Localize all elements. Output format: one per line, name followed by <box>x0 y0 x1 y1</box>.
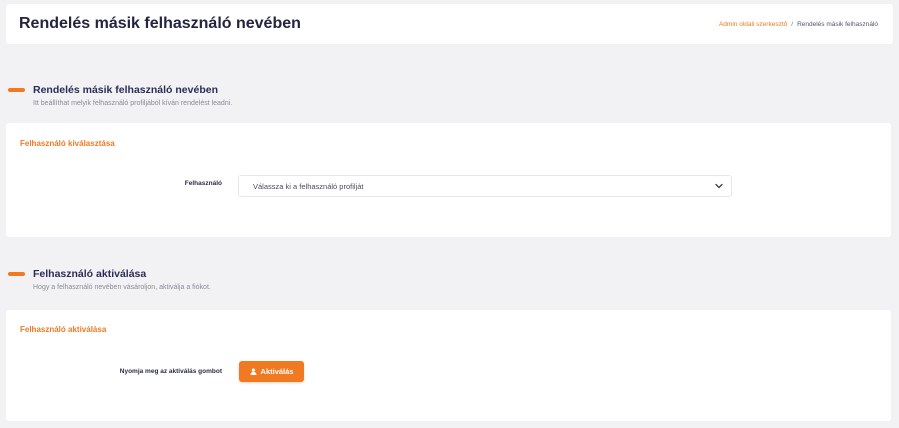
page-title: Rendelés másik felhasználó nevében <box>19 15 301 32</box>
user-icon <box>250 368 257 375</box>
card-title: Felhasználó aktiválása <box>20 325 107 334</box>
user-field-label: Felhasználó <box>184 180 222 187</box>
section-accent-bar <box>8 88 25 92</box>
user-activate-card: Felhasználó aktiválása Nyomja meg az akt… <box>6 310 891 421</box>
section-title: Felhasználó aktiválása <box>33 268 147 280</box>
breadcrumb: Admin oldali szerkesztő / Rendelés másik f… <box>719 21 878 28</box>
section-title: Rendelés másik felhasználó nevében <box>33 84 218 96</box>
breadcrumb-link-admin-editor[interactable]: Admin oldali szerkesztő <box>719 21 787 28</box>
section-accent-bar <box>8 272 25 276</box>
breadcrumb-current: Rendelés másik felhasználó <box>797 21 878 28</box>
breadcrumb-separator: / <box>791 21 794 28</box>
user-profile-select[interactable]: Válassza ki a felhasználó profilját <box>238 175 732 197</box>
activate-button-label: Aktiválás <box>260 367 294 376</box>
page-header: Rendelés másik felhasználó nevében Admin… <box>6 4 893 44</box>
activate-button[interactable]: Aktiválás <box>239 361 304 382</box>
user-profile-select-value: Válassza ki a felhasználó profilját <box>253 182 364 191</box>
section-description: Hogy a felhasználó nevében vásároljon, a… <box>33 284 211 291</box>
chevron-down-icon <box>715 183 723 189</box>
card-title: Felhasználó kiválasztása <box>20 139 115 148</box>
activate-field-label: Nyomja meg az aktiválás gombot <box>119 368 222 375</box>
user-select-card: Felhasználó kiválasztása Felhasználó Vál… <box>6 123 891 237</box>
section-description: Itt beállíthat melyik felhasználó profil… <box>33 100 233 107</box>
